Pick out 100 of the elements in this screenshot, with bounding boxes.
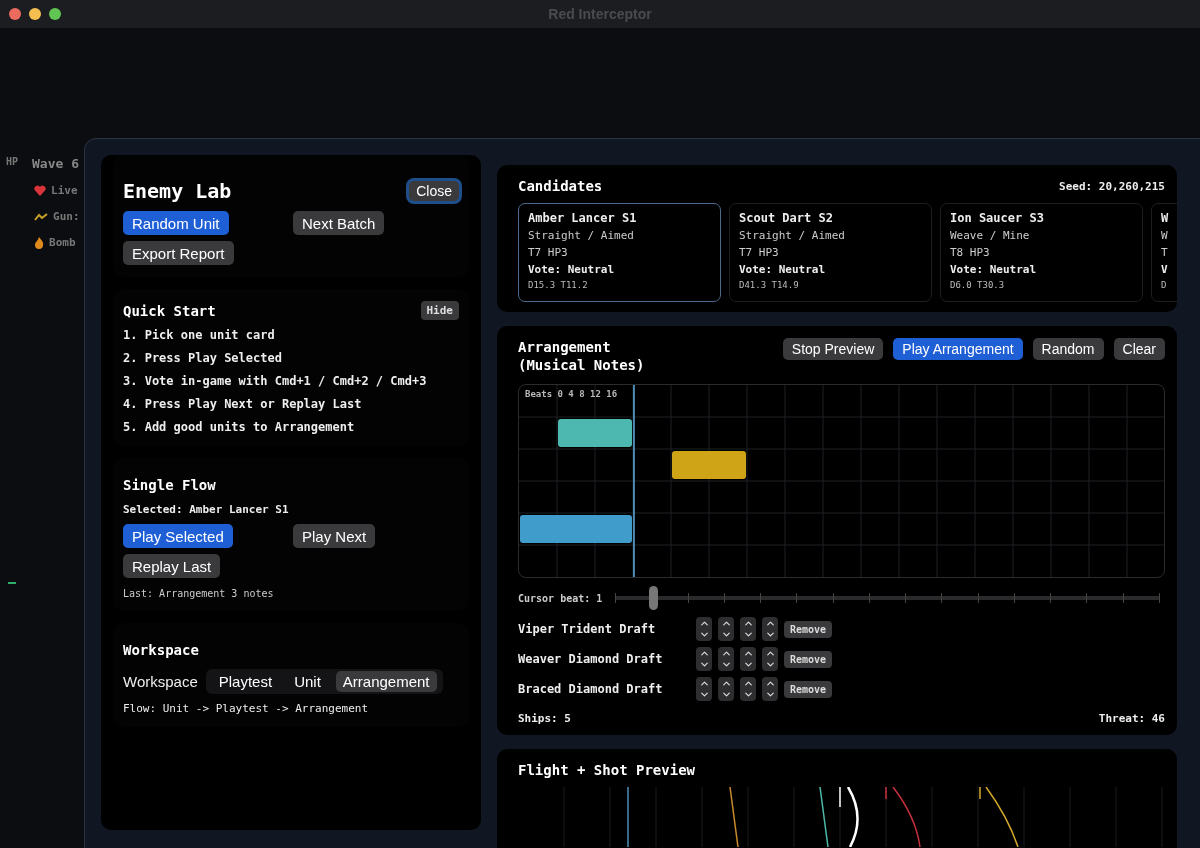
vote-label: Vote: Neutral [528,263,616,276]
button[interactable]: Play Next [293,524,376,548]
heart-icon [34,185,47,196]
unit-pattern: Weave / Mine [950,229,1031,242]
threat-score: Threat: 46 [1098,712,1165,725]
flow-label: Flow: Unit -> Playtest -> Arrangement [123,702,370,715]
unit-name: Braced Diamond Draft [518,682,664,696]
chevron-down-icon [720,629,732,640]
unit-metrics: D15.3 T11.2 [528,280,589,290]
section-title: Flight + Shot Preview [518,761,696,779]
unit-stats: T7 HP3 [739,246,780,259]
step-text: 3. Vote in-game with Cmd+1 / Cmd+2 / Cmd+3 [123,374,428,388]
vote-label: Vote: Neutral [739,263,827,276]
slider-thumb[interactable] [649,586,659,610]
section-title: Single Flow [123,476,217,494]
button[interactable]: Play Arrangement [893,338,1023,360]
unit-card[interactable]: Ion Saucer S3 Weave / Mine T8 HP3 Vote: Neutral D6.0 T30.3 [940,203,1143,302]
button[interactable]: Next Batch [293,211,385,235]
unit-metrics: D6.0 T30.3 [950,280,1006,290]
unit-name: W [1161,211,1170,225]
chevron-down-icon [764,629,776,640]
button[interactable]: Stop Preview [782,338,884,360]
unit-pattern: W [1161,229,1169,242]
button[interactable]: Random [1032,338,1104,360]
stepper[interactable] [740,677,756,701]
stat-label: Live [51,184,78,197]
wave-label: Wave 6 [32,156,80,171]
unit-name: Amber Lancer S1 [528,211,638,225]
button[interactable]: Export Report [123,241,234,265]
stepper[interactable] [696,647,712,671]
seed-label: Seed: 20,260,215 [1059,179,1165,193]
maximize-window-button[interactable] [49,8,61,20]
stepper[interactable] [718,617,734,641]
unit-name: Scout Dart S2 [739,211,834,225]
stepper[interactable] [740,647,756,671]
close-button[interactable]: Close [409,181,459,201]
chevron-down-icon [720,659,732,670]
cursor-label: Cursor beat: 1 [518,592,603,604]
chevron-down-icon [742,629,754,640]
stepper[interactable] [762,617,778,641]
remove-button[interactable]: Remove [784,650,833,668]
unit-card[interactable]: Scout Dart S2 Straight / Aimed T7 HP3 Vote: Neutral D41.3 T14.9 [729,203,932,302]
chevron-down-icon [742,689,754,700]
close-window-button[interactable] [9,8,21,20]
unit-card[interactable]: Amber Lancer S1 Straight / Aimed T7 HP3 Vote: Neutral D15.3 T11.2 [518,203,721,302]
minimize-window-button[interactable] [29,8,41,20]
unit-card[interactable]: W W T V D [1151,203,1177,302]
hide-button[interactable]: Hide [420,301,459,320]
button[interactable]: Random Unit [123,211,229,235]
selected-label: Selected: Amber Lancer S1 [123,503,290,516]
unit-metrics: D41.3 T14.9 [739,280,800,290]
workspace-label: Workspace [123,673,198,690]
stepper[interactable] [718,647,734,671]
button[interactable]: Replay Last [123,554,221,578]
section-title: Workspace [123,641,200,659]
stepper[interactable] [762,677,778,701]
unit-metrics: D [1161,280,1168,290]
unit-name: Weaver Diamond Draft [518,652,664,666]
unit-stats: T7 HP3 [528,246,569,259]
unit-stats: T8 HP3 [950,246,991,259]
workspace-tab[interactable]: Unit [287,671,328,692]
chevron-down-icon [742,659,754,670]
button[interactable]: Clear [1113,338,1165,360]
chevron-down-icon [698,659,710,670]
step-text: 1. Pick one unit card [123,328,276,342]
remove-button[interactable]: Remove [784,680,833,698]
workspace-tab[interactable]: Playtest [211,671,280,692]
step-text: 2. Press Play Selected [123,351,283,365]
panel-title: Enemy Lab [123,179,232,203]
zigzag-icon [34,212,49,221]
stat-label: Gun: [53,210,80,223]
stepper[interactable] [696,677,712,701]
unit-pattern: Straight / Aimed [528,229,635,242]
stepper[interactable] [762,647,778,671]
vote-label: V [1161,263,1169,276]
chevron-down-icon [764,689,776,700]
beats-label: Beats 0 4 8 12 16 [525,389,618,399]
unit-name: Viper Trident Draft [518,622,657,636]
stepper[interactable] [718,677,734,701]
stepper[interactable] [696,617,712,641]
chevron-down-icon [698,689,710,700]
workspace-tab[interactable]: Arrangement [335,671,437,692]
section-title: Arrangement (Musical Notes) [518,338,645,374]
ships-count: Ships: 5 [518,712,571,725]
unit-pattern: Straight / Aimed [739,229,846,242]
step-text: 5. Add good units to Arrangement [123,420,356,434]
stepper[interactable] [740,617,756,641]
chevron-down-icon [698,629,710,640]
step-text: 4. Press Play Next or Replay Last [123,397,363,411]
section-title: Candidates [518,177,603,195]
section-title: Quick Start [123,301,216,320]
remove-button[interactable]: Remove [784,620,833,638]
unit-stats: T [1161,246,1169,259]
unit-name: Ion Saucer S3 [950,211,1045,225]
button[interactable]: Play Selected [123,524,233,548]
chevron-down-icon [764,659,776,670]
vote-label: Vote: Neutral [950,263,1038,276]
flame-icon [34,236,45,249]
stat-label: Bomb [49,236,76,249]
last-played-label: Last: Arrangement 3 notes [123,588,275,599]
